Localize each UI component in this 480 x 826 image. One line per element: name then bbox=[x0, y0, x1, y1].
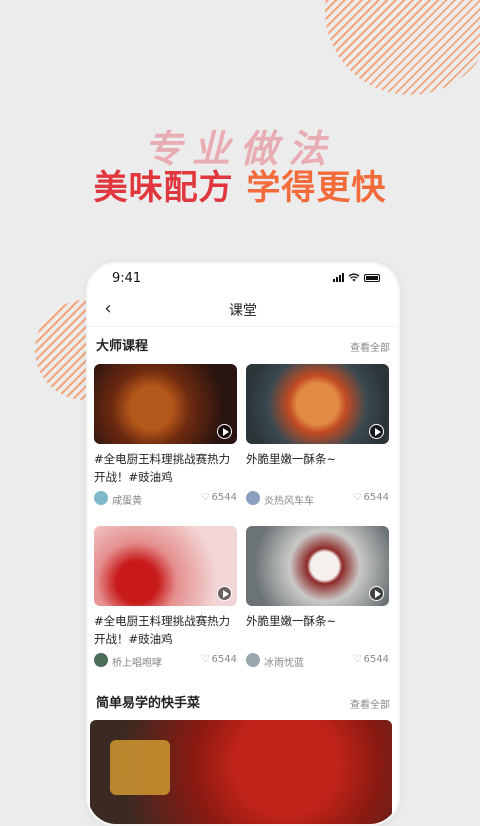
nav-bar: ‹ 课堂 bbox=[88, 296, 398, 327]
status-time: 9:41 bbox=[112, 271, 142, 286]
card-title[interactable]: 外脆里嫩一酥条~ bbox=[246, 612, 389, 648]
card-meta: 桥上唱咆哮 ♡ 6544 bbox=[94, 652, 237, 670]
hero-title-part2: 学得更快 bbox=[246, 168, 387, 208]
signal-icon bbox=[333, 273, 344, 282]
heart-icon: ♡ bbox=[352, 654, 362, 665]
avatar[interactable] bbox=[246, 653, 260, 667]
phone-frame: 9:41 ‹ 课堂 大师课程 查看全部 #全电厨王料理挑战赛热力开战！#豉油鸡 … bbox=[86, 262, 400, 826]
section-master-courses-header: 大师课程 查看全部 bbox=[88, 327, 398, 355]
card-meta: 咸蛋黄 ♡ 6544 bbox=[94, 490, 237, 508]
card-meta: 炎热风车车 ♡ 6544 bbox=[246, 490, 389, 508]
card-image-noodles[interactable] bbox=[246, 364, 389, 444]
wifi-icon bbox=[348, 273, 360, 282]
heart-icon: ♡ bbox=[352, 492, 362, 503]
see-all-link[interactable]: 查看全部 bbox=[350, 339, 390, 354]
author-name[interactable]: 炎热风车车 bbox=[264, 492, 314, 507]
nav-title: 课堂 bbox=[229, 303, 257, 319]
card-image-apples[interactable] bbox=[94, 526, 237, 606]
author-name[interactable]: 冰雨忧蓝 bbox=[264, 654, 304, 669]
card-image-chicken-wings[interactable] bbox=[94, 364, 237, 444]
card-image-crayfish[interactable] bbox=[90, 720, 392, 824]
decorative-striped-circle-top bbox=[325, 0, 480, 95]
avatar[interactable] bbox=[94, 653, 108, 667]
course-card[interactable]: #全电厨王料理挑战赛热力开战！#豉油鸡 桥上唱咆哮 ♡ 6544 bbox=[94, 526, 237, 670]
section-title: 简单易学的快手菜 bbox=[96, 696, 201, 711]
card-image-ribs[interactable] bbox=[246, 526, 389, 606]
play-icon[interactable] bbox=[369, 424, 384, 439]
battery-icon bbox=[364, 273, 380, 282]
card-title[interactable]: 外脆里嫩一酥条~ bbox=[246, 450, 389, 486]
section-title: 大师课程 bbox=[96, 339, 149, 354]
course-card[interactable]: 外脆里嫩一酥条~ 冰雨忧蓝 ♡ 6544 bbox=[246, 526, 389, 670]
like-count[interactable]: ♡ 6544 bbox=[353, 492, 389, 503]
play-icon[interactable] bbox=[217, 586, 232, 601]
hero-title: 美味配方 学得更快 bbox=[0, 160, 480, 209]
heart-icon: ♡ bbox=[200, 654, 210, 665]
avatar[interactable] bbox=[94, 491, 108, 505]
author-name[interactable]: 桥上唱咆哮 bbox=[112, 654, 162, 669]
play-icon[interactable] bbox=[369, 586, 384, 601]
like-count[interactable]: ♡ 6544 bbox=[201, 492, 237, 503]
play-icon[interactable] bbox=[217, 424, 232, 439]
card-meta: 冰雨忧蓝 ♡ 6544 bbox=[246, 652, 389, 670]
status-icons bbox=[333, 273, 380, 282]
heart-icon: ♡ bbox=[200, 492, 210, 503]
status-bar: 9:41 bbox=[88, 264, 398, 296]
like-count[interactable]: ♡ 6544 bbox=[353, 654, 389, 665]
author-name[interactable]: 咸蛋黄 bbox=[112, 492, 142, 507]
course-card[interactable]: 外脆里嫩一酥条~ 炎热风车车 ♡ 6544 bbox=[246, 364, 389, 508]
card-title[interactable]: #全电厨王料理挑战赛热力开战！#豉油鸡 bbox=[94, 612, 237, 648]
tea-glass-image bbox=[110, 740, 170, 795]
like-count[interactable]: ♡ 6544 bbox=[201, 654, 237, 665]
avatar[interactable] bbox=[246, 491, 260, 505]
hero-title-part1: 美味配方 bbox=[93, 168, 234, 208]
course-card[interactable]: #全电厨王料理挑战赛热力开战！#豉油鸡 咸蛋黄 ♡ 6544 bbox=[94, 364, 237, 508]
section-quick-dishes-header: 简单易学的快手菜 查看全部 bbox=[88, 684, 398, 712]
card-title[interactable]: #全电厨王料理挑战赛热力开战！#豉油鸡 bbox=[94, 450, 237, 486]
see-all-link[interactable]: 查看全部 bbox=[350, 696, 390, 711]
